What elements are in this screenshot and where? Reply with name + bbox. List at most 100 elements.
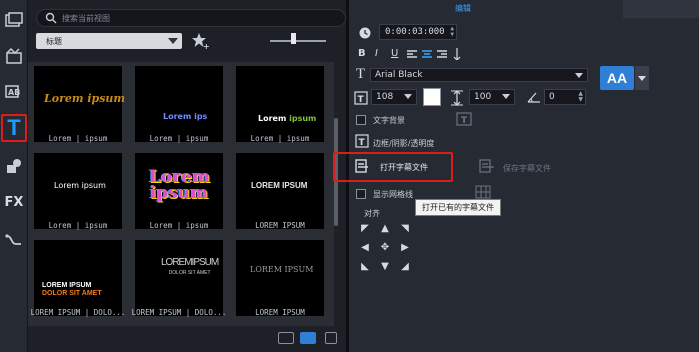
border-shadow-label[interactable]: 边框/阴影/透明度 (373, 138, 434, 149)
thumbnail-zoom-slider[interactable] (270, 40, 326, 42)
thumb-preview-text: LOREM IPSUM (251, 181, 308, 190)
clock-icon (359, 27, 371, 39)
vertical-text-icon[interactable] (453, 48, 461, 60)
line-spacing-value: 100 (474, 92, 492, 102)
thumb-preview-text: Lorem ipsum (54, 181, 106, 190)
category-label: 标题 (46, 37, 62, 46)
text-style-dropdown[interactable] (635, 66, 649, 90)
title-thumb-4[interactable]: Lorem ipsum (34, 153, 122, 229)
align-left-icon[interactable]: ◀ (359, 241, 371, 253)
list-view-icon[interactable] (278, 332, 294, 344)
italic-button[interactable]: I (375, 48, 378, 59)
show-grid-checkbox[interactable] (356, 189, 366, 199)
font-color-swatch[interactable] (423, 88, 441, 106)
svg-text:AB: AB (8, 88, 20, 97)
svg-text:+: + (203, 42, 209, 50)
tab-edit[interactable]: 编辑 (455, 3, 471, 14)
chevron-down-icon (168, 38, 178, 44)
position-align-grid: ◤ ▲ ◥ ◀ ✥ ▶ ◣ ▼ ◢ (359, 220, 415, 274)
thumb-caption: Lorem | ipsum (149, 134, 209, 143)
duration-field[interactable]: 0:00:03:000 ▲ ▼ (379, 24, 457, 40)
thumbnail-view-icon[interactable] (300, 332, 316, 344)
title-thumbnail-grid: Lorem ipsum Lorem | ipsum Lorem ips Lore… (28, 62, 338, 326)
align-top-right-icon[interactable]: ◥ (399, 222, 411, 234)
grid-settings-icon[interactable] (475, 185, 491, 199)
align-bottom-right-icon[interactable]: ◢ (399, 260, 411, 272)
rotation-field[interactable]: 0 ▲ ▼ (544, 89, 586, 105)
text-style-preset-button[interactable]: AA (600, 66, 634, 90)
edit-icon[interactable] (325, 332, 337, 344)
thumb-preview-text: Lorem ipsum (44, 92, 126, 105)
tab-bar-right (623, 0, 699, 18)
title-thumb-5[interactable]: Lorem ipsum (135, 153, 223, 229)
text-background-checkbox[interactable] (356, 115, 366, 125)
thumb-preview-line-2: ipsum (149, 183, 209, 203)
font-size-value: 108 (376, 92, 394, 102)
align-right-icon[interactable]: ▶ (399, 241, 411, 253)
align-top-left-icon[interactable]: ◤ (359, 222, 371, 234)
category-dropdown[interactable]: 标题 (36, 33, 182, 49)
search-input[interactable]: 搜索当前视图 (36, 9, 346, 27)
title-tool-icon[interactable]: T (1, 114, 27, 142)
thumb-caption: LOREM IPSUM | DOLO... (131, 308, 227, 317)
fx-icon[interactable]: FX (2, 190, 26, 214)
duration-stepper[interactable]: ▲ ▼ (450, 26, 454, 38)
thumb-caption: Lorem | ipsum (48, 221, 108, 230)
thumb-caption: LOREM IPSUM (255, 308, 305, 317)
align-left-icon[interactable] (407, 50, 417, 59)
font-size-dropdown[interactable]: 108 (371, 89, 417, 105)
text-background-label: 文字背景 (373, 116, 405, 125)
media-icon[interactable] (2, 8, 26, 32)
bold-button[interactable]: B (358, 48, 366, 59)
left-toolbar: AB T FX (0, 0, 28, 352)
title-thumb-8[interactable]: LOREMIPSUM DOLOR SIT AMET (135, 240, 223, 316)
thumb-caption: LOREM IPSUM | DOLO... (30, 308, 126, 317)
thumb-preview-line-1: LOREM IPSUM (42, 282, 92, 289)
align-top-icon[interactable]: ▲ (379, 222, 391, 234)
title-thumb-2[interactable]: Lorem ips (135, 66, 223, 142)
font-dropdown[interactable]: Arial Black (370, 68, 588, 82)
thumb-caption: Lorem | ipsum (250, 134, 310, 143)
thumb-caption: Lorem | ipsum (48, 134, 108, 143)
instant-project-icon[interactable] (2, 44, 26, 68)
chevron-down-icon (502, 94, 510, 99)
thumb-caption: LOREM IPSUM (255, 221, 305, 230)
border-shadow-icon[interactable]: T (355, 134, 369, 148)
show-grid-label: 显示网格线 (373, 190, 413, 199)
title-thumb-3[interactable]: Lorem ipsum (236, 66, 324, 142)
title-thumb-6[interactable]: LOREM IPSUM (236, 153, 324, 229)
open-subtitle-button[interactable]: 打开字幕文件 (380, 162, 428, 173)
thumb-preview-text: LOREMIPSUM DOLOR SIT AMET (161, 257, 219, 278)
save-subtitle-button[interactable]: 保存字幕文件 (503, 163, 551, 174)
align-right-icon[interactable] (437, 50, 447, 59)
chevron-down-icon (404, 94, 412, 99)
search-icon (45, 12, 57, 24)
title-thumb-7[interactable]: LOREM IPSUM DOLOR SIT AMET (34, 240, 122, 316)
rotation-stepper[interactable]: ▲ ▼ (578, 91, 583, 103)
thumb-caption: Lorem | ipsum (149, 221, 209, 230)
zoom-slider-handle[interactable] (291, 33, 296, 44)
tooltip: 打开已有的字幕文件 (415, 199, 501, 216)
underline-button[interactable]: U (391, 48, 398, 59)
thumb-preview-text: Lorem ips (163, 112, 208, 121)
thumb-preview-line-1: LOREMIPSUM (161, 257, 219, 268)
align-bottom-left-icon[interactable]: ◣ (359, 260, 371, 272)
title-thumb-1[interactable]: Lorem ipsum (34, 66, 126, 142)
line-spacing-dropdown[interactable]: 100 (469, 89, 515, 105)
path-icon[interactable] (2, 228, 26, 252)
font-icon: T (356, 66, 366, 82)
svg-text:T: T (358, 95, 365, 105)
graphics-icon[interactable] (2, 154, 26, 178)
add-favorite-icon[interactable]: + (191, 32, 209, 50)
align-bottom-icon[interactable]: ▼ (379, 260, 391, 272)
save-subtitle-icon[interactable] (479, 159, 495, 173)
chevron-down-icon (575, 73, 583, 78)
transition-icon[interactable]: AB (2, 80, 26, 104)
align-center-icon[interactable] (422, 50, 432, 59)
title-thumb-9[interactable]: LOREM IPSUM (236, 240, 324, 316)
search-placeholder: 搜索当前视图 (62, 14, 110, 23)
text-background-settings-icon[interactable]: T (456, 111, 472, 127)
open-subtitle-icon[interactable] (355, 159, 369, 173)
align-center-icon[interactable]: ✥ (379, 241, 391, 253)
line-spacing-icon (451, 90, 463, 106)
